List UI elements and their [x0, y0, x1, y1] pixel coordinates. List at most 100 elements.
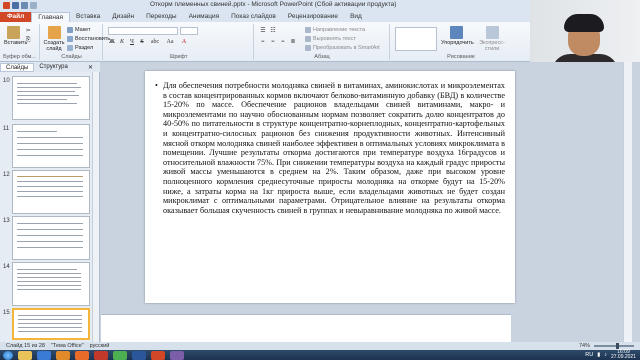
thumbnails-scrollbar[interactable] — [92, 72, 99, 342]
network-icon[interactable]: ▮ — [597, 352, 600, 358]
group-label-paragraph: Абзац — [314, 54, 330, 60]
text-direction-button[interactable]: Направление текста — [305, 26, 365, 34]
copy-icon[interactable]: ⎘ — [26, 36, 30, 44]
arrange-icon — [449, 26, 463, 39]
group-label-clipboard: Буфер обм... — [3, 54, 36, 60]
thumb-number: 12 — [3, 172, 10, 178]
font-name-field[interactable] — [108, 27, 178, 35]
tab-home[interactable]: Главная — [31, 12, 71, 22]
thumb-number: 11 — [3, 126, 10, 132]
underline-button[interactable]: Ч — [128, 38, 136, 46]
align-center-icon[interactable]: ≡ — [269, 38, 277, 46]
start-button-icon[interactable] — [3, 350, 13, 360]
side-panel-tabs: Слайды Структура ✕ — [0, 62, 100, 72]
paste-icon — [6, 26, 20, 39]
slide-thumbnail[interactable] — [12, 216, 90, 260]
thumb-number: 13 — [3, 218, 10, 224]
group-paragraph: ☰ ☷ ≡ ≡ ≡ ≣ Направление текста Выровнять… — [255, 24, 390, 60]
reset-icon — [67, 36, 73, 42]
shadow-button[interactable]: abc — [148, 38, 162, 46]
system-tray: RU ▮ ♪ 16:09 27.09.2021 — [585, 350, 636, 360]
window-title: Откорм племенных свиней.pptx - Microsoft… — [150, 1, 397, 8]
slide-body-text[interactable]: • Для обеспечения потребности молодняка … — [155, 81, 505, 215]
paste-button[interactable]: Вставить — [4, 26, 27, 52]
arrange-button[interactable]: Упорядочить — [441, 26, 474, 52]
group-label-drawing: Рисование — [447, 54, 475, 60]
change-case-button[interactable]: Aa — [164, 38, 176, 46]
smartart-button[interactable]: Преобразовать в SmartArt — [305, 44, 380, 52]
tab-design[interactable]: Дизайн — [106, 12, 140, 22]
undo-icon[interactable] — [21, 2, 28, 9]
bullets-icon[interactable]: ☰ — [259, 27, 267, 35]
tab-transitions[interactable]: Переходы — [140, 12, 183, 22]
align-text-button[interactable]: Выровнять текст — [305, 35, 356, 43]
powerpoint-taskbar-icon[interactable] — [151, 350, 165, 360]
thumb-number: 14 — [3, 264, 10, 270]
slide-thumbnail-selected[interactable] — [12, 308, 90, 340]
text-direction-icon — [305, 27, 311, 33]
align-text-icon — [305, 36, 311, 42]
cut-icon[interactable]: ✂ — [26, 27, 31, 35]
tab-slides-panel[interactable]: Слайды — [0, 62, 35, 72]
redo-icon[interactable] — [30, 2, 37, 9]
theme-name: "Тема Office" — [50, 343, 84, 349]
group-label-font: Шрифт — [169, 54, 188, 60]
tab-animations[interactable]: Анимация — [183, 12, 226, 22]
italic-button[interactable]: К — [118, 38, 126, 46]
language-indicator[interactable]: русский — [90, 343, 110, 349]
tab-review[interactable]: Рецензирование — [282, 12, 344, 22]
slide-scrollbar[interactable] — [623, 62, 632, 342]
tab-insert[interactable]: Вставка — [70, 12, 106, 22]
new-slide-icon — [47, 26, 61, 39]
font-color-button[interactable]: A — [180, 38, 188, 46]
layout-icon — [67, 27, 73, 33]
tab-outline-panel[interactable]: Структура — [34, 64, 72, 70]
shapes-gallery[interactable] — [395, 27, 437, 51]
quick-styles-icon — [485, 26, 499, 39]
tab-view[interactable]: Вид — [344, 12, 368, 22]
browser-icon[interactable] — [37, 350, 51, 360]
slide-thumbnail[interactable] — [12, 262, 90, 306]
align-left-icon[interactable]: ≡ — [259, 38, 267, 46]
slide-counter: Слайд 15 из 28 — [6, 343, 45, 349]
clock[interactable]: 16:09 27.09.2021 — [611, 350, 636, 360]
thumb-number: 10 — [3, 78, 10, 84]
tab-file[interactable]: Файл — [0, 12, 32, 22]
justify-icon[interactable]: ≣ — [289, 38, 297, 46]
word-icon[interactable] — [132, 350, 146, 360]
new-slide-button[interactable]: Создать слайд — [43, 26, 65, 52]
bullet: • — [155, 81, 158, 90]
quick-styles-button[interactable]: Экспресс-стили — [475, 26, 509, 52]
section-button[interactable]: Раздел — [67, 44, 93, 52]
group-slides: Создать слайд Макет Восстановить Раздел … — [41, 24, 110, 60]
language-tray[interactable]: RU — [585, 352, 593, 358]
align-right-icon[interactable]: ≡ — [279, 38, 287, 46]
slide-canvas[interactable]: • Для обеспечения потребности молодняка … — [145, 71, 515, 303]
tab-slideshow[interactable]: Показ слайдов — [225, 12, 282, 22]
media-player-icon[interactable] — [56, 350, 70, 360]
powerpoint-icon[interactable] — [3, 2, 10, 9]
bold-button[interactable]: Ж — [108, 38, 116, 46]
save-icon[interactable] — [12, 2, 19, 9]
status-bar: Слайд 15 из 28 "Тема Office" русский 74% — [0, 342, 640, 350]
app-icon[interactable] — [170, 350, 184, 360]
person-hair — [564, 14, 604, 32]
slide-thumbnail[interactable] — [12, 124, 90, 168]
zoom-level[interactable]: 74% — [579, 343, 590, 349]
taskbar: RU ▮ ♪ 16:09 27.09.2021 — [0, 350, 640, 360]
close-panel-icon[interactable]: ✕ — [83, 64, 98, 71]
chrome-icon[interactable] — [113, 350, 127, 360]
font-size-field[interactable] — [180, 27, 198, 35]
zoom-slider[interactable] — [594, 343, 634, 349]
firefox-icon[interactable] — [75, 350, 89, 360]
section-icon — [67, 45, 73, 51]
slide-thumbnail[interactable] — [12, 170, 90, 214]
layout-button[interactable]: Макет — [67, 26, 91, 34]
pdf-icon[interactable] — [94, 350, 108, 360]
explorer-icon[interactable] — [18, 350, 32, 360]
notes-pane[interactable] — [101, 314, 511, 342]
volume-icon[interactable]: ♪ — [604, 352, 607, 358]
slide-thumbnail[interactable] — [12, 76, 90, 120]
numbering-icon[interactable]: ☷ — [269, 27, 277, 35]
strikethrough-button[interactable]: S — [138, 38, 146, 46]
